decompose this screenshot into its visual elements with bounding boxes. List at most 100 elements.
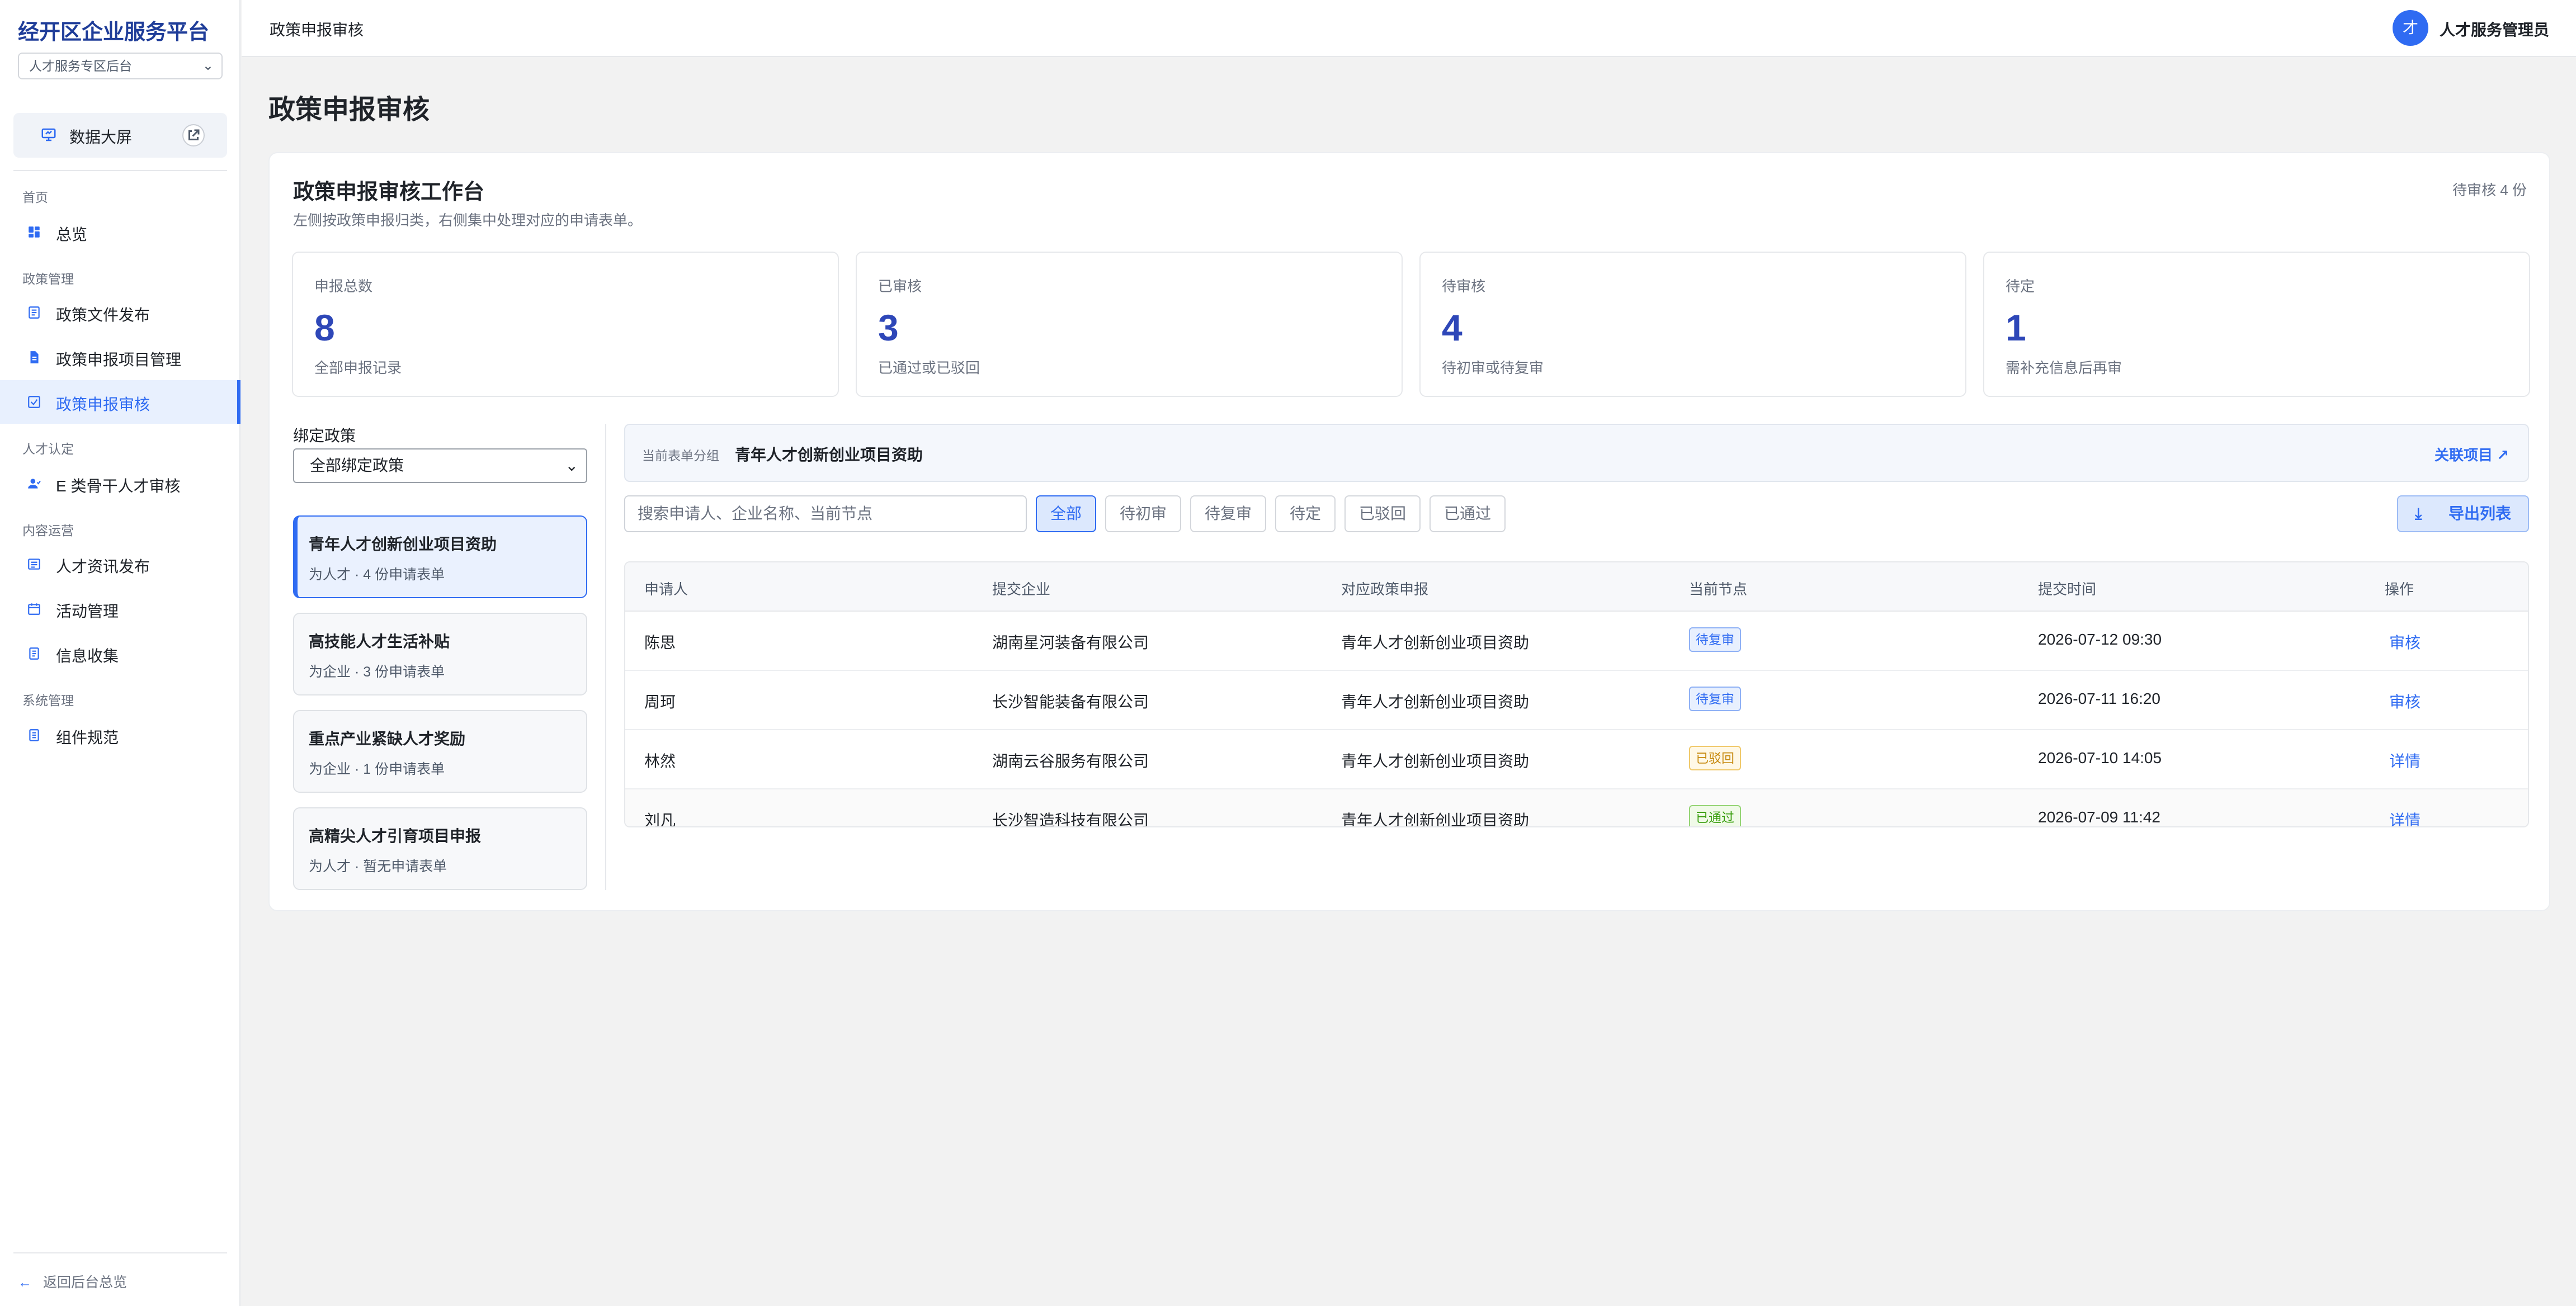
filter-chip-passed[interactable]: 已通过 [1429, 495, 1506, 532]
filter-chip-rejected[interactable]: 已驳回 [1344, 495, 1421, 532]
download-icon: ⤓ [2415, 505, 2422, 522]
bind-policy-select[interactable]: 全部绑定政策 ⌄ [293, 448, 587, 483]
stat-note: 待初审或待复审 [1442, 359, 1544, 376]
export-label: 导出列表 [2448, 505, 2512, 522]
status-badge: 待复审 [1689, 627, 1741, 652]
applicant-cell: 周珂 [644, 693, 676, 711]
policy-group-subtitle: 为人才 · 4 份申请表单 [309, 567, 445, 583]
stat-note: 全部申报记录 [314, 359, 402, 376]
sidebar-item-collect[interactable]: 信息收集 [0, 632, 240, 675]
sidebar-item-policy-publish[interactable]: 政策文件发布 [0, 291, 240, 334]
stat-value: 8 [314, 307, 335, 348]
applicant-cell: 陈思 [644, 634, 676, 651]
policy-group-title: 高技能人才生活补贴 [309, 633, 450, 650]
review-action-link[interactable]: 审核 [2389, 631, 2421, 653]
company-cell: 长沙智造科技有限公司 [992, 812, 1149, 827]
review-action-link[interactable]: 审核 [2389, 690, 2421, 712]
user-name[interactable]: 人才服务管理员 [2440, 18, 2549, 40]
column-divider [605, 424, 606, 890]
card-subtitle: 左侧按政策申报归类，右侧集中处理对应的申请表单。 [293, 212, 643, 229]
column-header: 提交时间 [2038, 581, 2097, 598]
linked-project-link[interactable]: 关联项目 ↗ [2435, 444, 2509, 465]
section-content: 内容运营 [22, 523, 74, 538]
detail-action-link[interactable]: 详情 [2389, 749, 2421, 772]
bind-policy-label: 绑定政策 [293, 427, 356, 444]
file-icon [30, 351, 39, 363]
policy-cell: 青年人才创新创业项目资助 [1341, 753, 1530, 770]
sidebar-item-activity[interactable]: 活动管理 [0, 587, 240, 631]
policy-group-subtitle: 为人才 · 暂无申请表单 [309, 859, 447, 874]
applications-table: 申请人 提交企业 对应政策申报 当前节点 提交时间 操作 陈思 湖南星河装备有限… [624, 561, 2529, 827]
current-group-label: 当前表单分组 [642, 448, 719, 463]
sidebar-item-overview[interactable]: 总览 [0, 210, 240, 254]
policy-cell: 青年人才创新创业项目资助 [1341, 693, 1530, 711]
sidebar-item-label: 总览 [56, 226, 88, 243]
detail-action-link[interactable]: 详情 [2389, 808, 2421, 826]
section-talent: 人才认定 [22, 442, 74, 456]
search-input[interactable] [624, 495, 1027, 532]
stat-card-undecided: 待定 1 需补充信息后再审 [1983, 252, 2530, 397]
sidebar-item-label: 人才资讯发布 [56, 558, 150, 575]
policy-group-card[interactable]: 高精尖人才引育项目申报 为人才 · 暂无申请表单 [293, 807, 587, 890]
table-header: 申请人 提交企业 对应政策申报 当前节点 提交时间 操作 [625, 562, 2528, 612]
sidebar: 经开区企业服务平台 人才服务专区后台 ⌄ 数据大屏 首页 总览 政策管理 政策文… [0, 0, 240, 1306]
checkbox-icon [28, 396, 40, 408]
sidebar-item-news[interactable]: 人才资讯发布 [0, 542, 240, 586]
policy-group-title: 高精尖人才引育项目申报 [309, 827, 482, 845]
back-link-label: 返回后台总览 [43, 1275, 128, 1290]
section-home: 首页 [22, 190, 48, 205]
policy-group-subtitle: 为企业 · 1 份申请表单 [309, 761, 445, 777]
status-badge: 待复审 [1689, 687, 1741, 711]
policy-group-card[interactable]: 高技能人才生活补贴 为企业 · 3 份申请表单 [293, 613, 587, 695]
filter-chip-first-review[interactable]: 待初审 [1105, 495, 1181, 532]
filter-chip-second-review[interactable]: 待复审 [1190, 495, 1266, 532]
bind-policy-value: 全部绑定政策 [310, 457, 404, 474]
applicant-cell: 林然 [644, 753, 676, 770]
chevron-down-icon: ⌄ [202, 58, 214, 73]
table-row: 周珂 长沙智能装备有限公司 青年人才创新创业项目资助 待复审 2026-07-1… [625, 671, 2528, 730]
external-link-icon[interactable] [182, 124, 205, 146]
sidebar-item-label: 活动管理 [56, 603, 119, 620]
portal-select[interactable]: 人才服务专区后台 ⌄ [18, 53, 223, 79]
export-list-button[interactable]: ⤓ 导出列表 [2397, 495, 2529, 532]
stat-value: 3 [878, 307, 899, 348]
time-cell: 2026-07-12 09:30 [2038, 631, 2162, 648]
user-icon [28, 479, 41, 489]
sidebar-item-talent-review[interactable]: E 类骨干人才审核 [0, 462, 240, 505]
company-cell: 长沙智能装备有限公司 [992, 693, 1149, 711]
portal-select-value: 人才服务专区后台 [29, 59, 132, 73]
divider [13, 1252, 227, 1253]
stat-value: 4 [1442, 307, 1462, 348]
sidebar-item-policy-review[interactable]: 政策申报审核 [0, 380, 240, 424]
dashboard-icon [29, 226, 40, 238]
table-row: 刘凡 长沙智造科技有限公司 青年人才创新创业项目资助 已通过 2026-07-0… [625, 789, 2528, 827]
stat-card-pending: 待审核 4 待初审或待复审 [1419, 252, 1966, 397]
avatar[interactable]: 才 [2393, 10, 2428, 46]
filter-chip-all[interactable]: 全部 [1036, 495, 1096, 532]
bigscreen-link[interactable]: 数据大屏 [13, 113, 227, 158]
company-cell: 湖南星河装备有限公司 [992, 634, 1149, 651]
company-cell: 湖南云谷服务有限公司 [992, 753, 1149, 770]
stat-label: 待定 [2006, 278, 2035, 295]
stat-note: 需补充信息后再审 [2006, 359, 2122, 376]
breadcrumb: 政策申报审核 [270, 21, 364, 39]
form-icon [29, 647, 39, 660]
stat-card-total: 申报总数 8 全部申报记录 [292, 252, 839, 397]
column-header: 操作 [2385, 581, 2414, 598]
back-to-overview-link[interactable]: ← 返回后台总览 [18, 1271, 127, 1291]
sidebar-item-policy-project[interactable]: 政策申报项目管理 [0, 335, 240, 379]
policy-group-card[interactable]: 重点产业紧缺人才奖励 为企业 · 1 份申请表单 [293, 710, 587, 793]
column-header: 当前节点 [1689, 581, 1748, 598]
monitor-icon [41, 128, 56, 141]
current-group-bar: 当前表单分组 青年人才创新创业项目资助 关联项目 ↗ [624, 424, 2529, 482]
policy-group-card[interactable]: 青年人才创新创业项目资助 为人才 · 4 份申请表单 [293, 515, 587, 598]
bigscreen-label: 数据大屏 [69, 129, 133, 146]
applicant-cell: 刘凡 [644, 812, 676, 827]
filter-chip-undecided[interactable]: 待定 [1275, 495, 1336, 532]
arrow-left-icon: ← [18, 1275, 32, 1290]
brand-title: 经开区企业服务平台 [18, 21, 210, 44]
document-icon [29, 306, 40, 319]
sidebar-item-components[interactable]: 组件规范 [0, 713, 240, 757]
sidebar-item-label: 组件规范 [56, 729, 119, 746]
status-badge: 已驳回 [1689, 746, 1741, 770]
